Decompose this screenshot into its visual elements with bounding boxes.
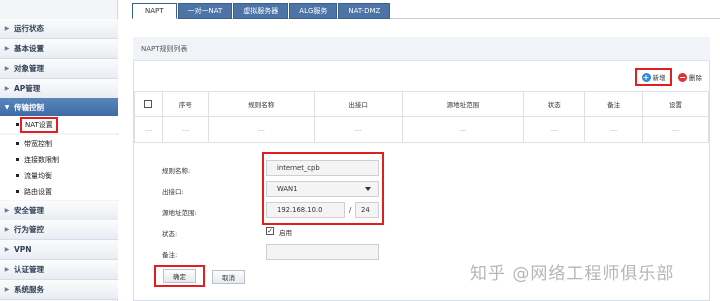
sidebar: ▶ 运行状态 ▶ 基本设置 ▶ 对象管理 ▶ AP管理 ▼ 传输控制 NAT设置 带宽控制… — [0, 0, 118, 301]
confirm-highlight-box: 确定 — [154, 265, 205, 287]
sidebar-subitem-label: 连接数限制 — [24, 155, 59, 164]
plus-circle-icon: + — [641, 72, 651, 82]
table-cell: --- — [584, 116, 644, 143]
status-label: 状态: — [162, 230, 178, 238]
sidebar-item-label: 基本设置 — [14, 44, 44, 53]
sidebar-subitem-routing[interactable]: 路由设置 — [0, 183, 118, 200]
select-all-header[interactable] — [134, 91, 163, 117]
napt-rule-table: 序号 规则名称 出接口 源地址范围 状态 备注 设置 --- --- --- -… — [134, 91, 709, 143]
source-range-label: 源地址范围: — [162, 209, 197, 217]
tab-alg-service[interactable]: ALG服务 — [289, 3, 338, 19]
select-all-checkbox[interactable] — [144, 100, 153, 108]
highlight-box-form-fields — [262, 152, 384, 225]
table-cell: --- — [642, 116, 709, 143]
sidebar-subitem-connection-limit[interactable]: 连接数限制 — [0, 151, 118, 168]
sidebar-subitem-traffic-balance[interactable]: 流量均衡 — [0, 167, 118, 184]
remark-input[interactable] — [266, 244, 379, 260]
minus-circle-icon: − — [678, 72, 687, 82]
cancel-button[interactable]: 取消 — [212, 270, 245, 284]
column-header-index: 序号 — [161, 91, 209, 117]
tab-one-to-one-nat[interactable]: 一对一NAT — [177, 3, 233, 19]
sidebar-item-security[interactable]: ▶ 安全管理 — [0, 201, 118, 221]
table-row: --- --- --- --- --- --- --- --- — [134, 116, 709, 143]
sidebar-item-system-service[interactable]: ▶ 系统服务 — [0, 280, 118, 300]
sidebar-item-behavior-control[interactable]: ▶ 行为管控 — [0, 220, 118, 240]
bullet-icon — [16, 190, 19, 193]
sidebar-item-label: 认证管理 — [14, 265, 44, 274]
remark-label: 备注: — [162, 251, 178, 259]
bullet-icon — [16, 158, 19, 161]
sidebar-item-object-management[interactable]: ▶ 对象管理 — [0, 59, 118, 79]
sidebar-item-label: 安全管理 — [14, 206, 44, 215]
column-header-settings: 设置 — [642, 91, 709, 117]
sidebar-item-ap-management[interactable]: ▶ AP管理 — [0, 79, 118, 99]
sidebar-item-label: 对象管理 — [14, 64, 44, 73]
column-header-status: 状态 — [523, 91, 586, 117]
sidebar-subitem-label: 路由设置 — [24, 187, 52, 196]
sidebar-subitem-label: 带宽控制 — [24, 139, 52, 148]
delete-button-label: 删除 — [689, 74, 702, 82]
sidebar-subitem-label: 流量均衡 — [24, 171, 52, 180]
sidebar-item-transmission-control[interactable]: ▼ 传输控制 — [0, 98, 118, 118]
status-enable-label: 启用 — [279, 229, 292, 237]
tab-bar: NAPT 一对一NAT 虚拟服务器 ALG服务 NAT-DMZ — [132, 3, 391, 19]
column-header-interface: 出接口 — [313, 91, 403, 117]
table-cell: --- — [401, 116, 525, 143]
table-cell: --- — [161, 116, 209, 143]
sidebar-item-label: 运行状态 — [14, 24, 44, 33]
expand-arrow-icon: ▶ — [4, 286, 10, 293]
tab-napt[interactable]: NAPT — [132, 3, 177, 19]
bullet-icon — [16, 174, 19, 177]
tab-nat-dmz[interactable]: NAT-DMZ — [338, 3, 391, 19]
expand-arrow-icon: ▶ — [4, 207, 10, 214]
add-button[interactable]: + 新增 — [635, 68, 672, 86]
sidebar-item-basic-settings[interactable]: ▶ 基本设置 — [0, 39, 118, 59]
sidebar-item-label: VPN — [14, 245, 32, 254]
delete-button[interactable]: − 删除 — [678, 72, 702, 82]
sidebar-item-auth-management[interactable]: ▶ 认证管理 — [0, 260, 118, 280]
column-header-source-range: 源地址范围 — [401, 91, 525, 117]
sidebar-item-label: AP管理 — [14, 84, 41, 93]
expand-arrow-icon: ▶ — [4, 85, 10, 92]
column-header-remark: 备注 — [584, 91, 644, 117]
sidebar-item-label: 传输控制 — [14, 103, 44, 112]
collapse-arrow-icon: ▼ — [4, 104, 10, 111]
table-cell: --- — [313, 116, 403, 143]
watermark: 知乎 @网络工程师俱乐部 — [470, 264, 675, 284]
table-cell: --- — [134, 116, 163, 143]
bullet-icon — [16, 123, 19, 126]
status-enable-checkbox[interactable]: ✓ — [266, 227, 274, 235]
expand-arrow-icon: ▶ — [4, 266, 10, 273]
expand-arrow-icon: ▶ — [4, 25, 10, 32]
expand-arrow-icon: ▶ — [4, 226, 10, 233]
table-cell: --- — [207, 116, 315, 143]
add-button-label: 新增 — [652, 74, 666, 82]
column-header-rule-name: 规则名称 — [207, 91, 315, 117]
confirm-button[interactable]: 确定 — [163, 269, 196, 283]
sidebar-item-label: 行为管控 — [14, 225, 44, 234]
sidebar-item-status[interactable]: ▶ 运行状态 — [0, 19, 118, 39]
sidebar-item-label: 系统服务 — [14, 285, 44, 294]
sidebar-subitem-label: NAT设置 — [20, 116, 58, 133]
sidebar-subitem-bandwidth-control[interactable]: 带宽控制 — [0, 135, 118, 152]
rule-name-label: 规则名称: — [162, 167, 191, 175]
expand-arrow-icon: ▶ — [4, 246, 10, 253]
tab-virtual-server[interactable]: 虚拟服务器 — [233, 3, 289, 19]
sidebar-subitem-nat-settings[interactable]: NAT设置 — [0, 116, 118, 133]
sidebar-item-vpn[interactable]: ▶ VPN — [0, 240, 118, 260]
interface-label: 出接口: — [162, 188, 184, 196]
panel-title: NAPT规则列表 — [133, 37, 710, 61]
bullet-icon — [16, 142, 19, 145]
expand-arrow-icon: ▶ — [4, 65, 10, 72]
table-cell: --- — [523, 116, 586, 143]
table-header-row: 序号 规则名称 出接口 源地址范围 状态 备注 设置 — [134, 91, 709, 117]
expand-arrow-icon: ▶ — [4, 45, 10, 52]
